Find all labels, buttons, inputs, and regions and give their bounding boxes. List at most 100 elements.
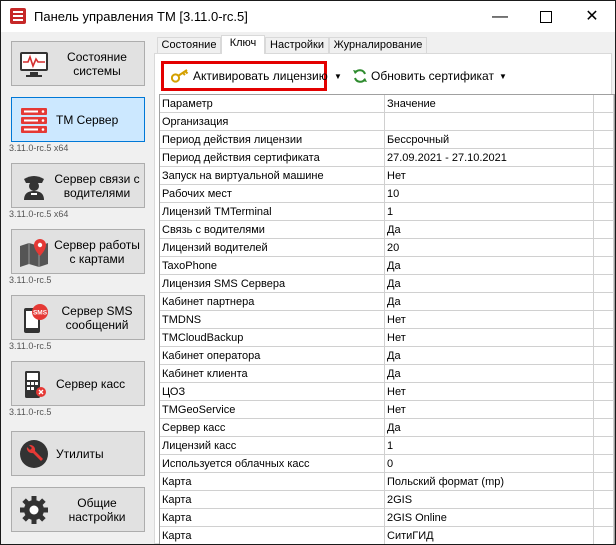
monitor-pulse-icon [20,52,48,77]
renew-certificate-button[interactable]: Обновить сертификат [352,65,494,87]
tab-key[interactable]: Ключ [221,35,265,54]
version-label: 3.11.0-rc.5 [9,275,52,285]
row-parameter: Используется облачных касс [160,454,385,473]
table-row[interactable]: Сервер касс Да [160,418,614,437]
row-value: 1 [384,436,594,455]
tab-settings[interactable]: Настройки [265,37,329,53]
gear-icon [20,496,48,524]
row-value: 1 [384,202,594,221]
table-row[interactable]: Связь с водителями Да [160,220,614,239]
tab-logging[interactable]: Журналирование [329,37,427,53]
table-row[interactable]: Карта 2GIS Online [160,508,614,527]
sidebar-item-tm-server[interactable]: ТМ Сервер [11,97,145,142]
row-parameter: TMCloudBackup [160,328,385,347]
map-pin-icon [20,239,48,267]
sms-phone-icon: SMS [24,304,48,333]
row-parameter: Карта [160,490,385,509]
row-parameter: Сервер касс [160,418,385,437]
table-row[interactable]: Лицензий TMTerminal 1 [160,202,614,221]
table-row[interactable]: Лицензий водителей 20 [160,238,614,257]
row-value: Нет [384,310,594,329]
row-value: Да [384,364,594,383]
table-row[interactable]: Кабинет клиента Да [160,364,614,383]
row-parameter: Кабинет оператора [160,346,385,365]
table-row[interactable]: Период действия сертификата 27.09.2021 - … [160,148,614,167]
sidebar-item-label: Сервер работы с картами [54,237,140,266]
sidebar-item-cash-server[interactable]: Сервер касс [11,361,145,406]
title-bar[interactable]: Панель управления ТМ [3.11.0-rc.5] — ✕ [1,1,615,32]
table-row[interactable]: Кабинет партнера Да [160,292,614,311]
row-parameter: Кабинет партнера [160,292,385,311]
table-row[interactable]: Лицензия SMS Сервера Да [160,274,614,293]
row-value: Нет [384,166,594,185]
app-window: Панель управления ТМ [3.11.0-rc.5] — ✕ С… [0,0,616,545]
refresh-icon [353,69,367,83]
row-value: 2GIS Online [384,508,594,527]
server-icon [21,108,47,133]
sidebar-item-label: Сервер SMS сообщений [61,303,133,332]
table-row[interactable]: ЦОЗ Нет [160,382,614,401]
key-icon [171,69,189,83]
table-row[interactable]: Организация [160,112,614,131]
row-parameter: Лицензия SMS Сервера [160,274,385,293]
row-parameter: Карта [160,508,385,527]
sidebar-item-label: Утилиты [56,446,104,461]
row-parameter: Связь с водителями [160,220,385,239]
table-row[interactable]: TMCloudBackup Нет [160,328,614,347]
sidebar-item-utilities[interactable]: Утилиты [11,431,145,476]
row-value: Да [384,220,594,239]
row-value: Польский формат (mp) [384,472,594,491]
row-value: Нет [384,382,594,401]
table-row[interactable]: Используется облачных касс 0 [160,454,614,473]
version-label: 3.11.0-rc.5 [9,407,52,417]
renew-dropdown-arrow-icon[interactable]: ▼ [499,72,507,81]
sidebar-item-label: Сервер связи с водителями [54,171,140,200]
maximize-icon [540,10,552,23]
row-parameter: Лицензий водителей [160,238,385,257]
row-parameter: Период действия сертификата [160,148,385,167]
table-row[interactable]: Период действия лицензии Бессрочный [160,130,614,149]
table-row[interactable]: TaxoPhone Да [160,256,614,275]
table-row[interactable]: TMGeoService Нет [160,400,614,419]
sidebar-item-sms-server[interactable]: SMS Сервер SMS сообщений [11,295,145,340]
sidebar-item-general-settings[interactable]: Общие настройки [11,487,145,532]
row-value: 10 [384,184,594,203]
key-tab-panel: Активировать лицензию ▼ Обновить сертифи… [154,53,615,544]
maximize-button[interactable] [523,1,569,32]
activate-license-label: Активировать лицензию [193,69,328,83]
table-row[interactable]: Рабочих мест 10 [160,184,614,203]
app-logo-icon [10,8,26,24]
table-row[interactable]: Лицензий касс 1 [160,436,614,455]
table-row[interactable]: Кабинет оператора Да [160,346,614,365]
table-row[interactable]: TMDNS Нет [160,310,614,329]
table-row[interactable]: Карта 2GIS [160,490,614,509]
row-value [384,112,594,131]
svg-text:SMS: SMS [33,310,48,317]
sidebar: Состояние системы ТМ Сервер 3.11.0-rc.5 … [1,32,153,544]
activate-dropdown-arrow-icon[interactable]: ▼ [334,72,342,81]
version-label: 3.11.0-rc.5 x64 [9,143,69,153]
activate-license-button[interactable]: Активировать лицензию [171,65,328,87]
column-header-parameter[interactable]: Параметр [160,95,385,113]
sidebar-item-system-status[interactable]: Состояние системы [11,41,145,86]
close-button[interactable]: ✕ [569,1,615,32]
row-parameter: Лицензий TMTerminal [160,202,385,221]
row-parameter: Запуск на виртуальной машине [160,166,385,185]
minimize-button[interactable]: — [477,1,523,32]
row-value: 0 [384,454,594,473]
row-value: Да [384,346,594,365]
row-value: Да [384,418,594,437]
table-row[interactable]: Карта Польский формат (mp) [160,472,614,491]
row-value: Да [384,292,594,311]
row-value: Нет [384,400,594,419]
row-parameter: Организация [160,112,385,131]
table-row[interactable]: Запуск на виртуальной машине Нет [160,166,614,185]
license-table[interactable]: Параметр Значение Организация Период дейс… [159,94,615,544]
column-header-value[interactable]: Значение [384,95,594,113]
sidebar-item-label: ТМ Сервер [56,112,119,127]
table-row[interactable]: Карта СитиГИД [160,526,614,544]
row-value: Нет [384,328,594,347]
sidebar-item-map-server[interactable]: Сервер работы с картами [11,229,145,274]
sidebar-item-driver-server[interactable]: Сервер связи с водителями [11,163,145,208]
tab-status[interactable]: Состояние [157,37,221,53]
